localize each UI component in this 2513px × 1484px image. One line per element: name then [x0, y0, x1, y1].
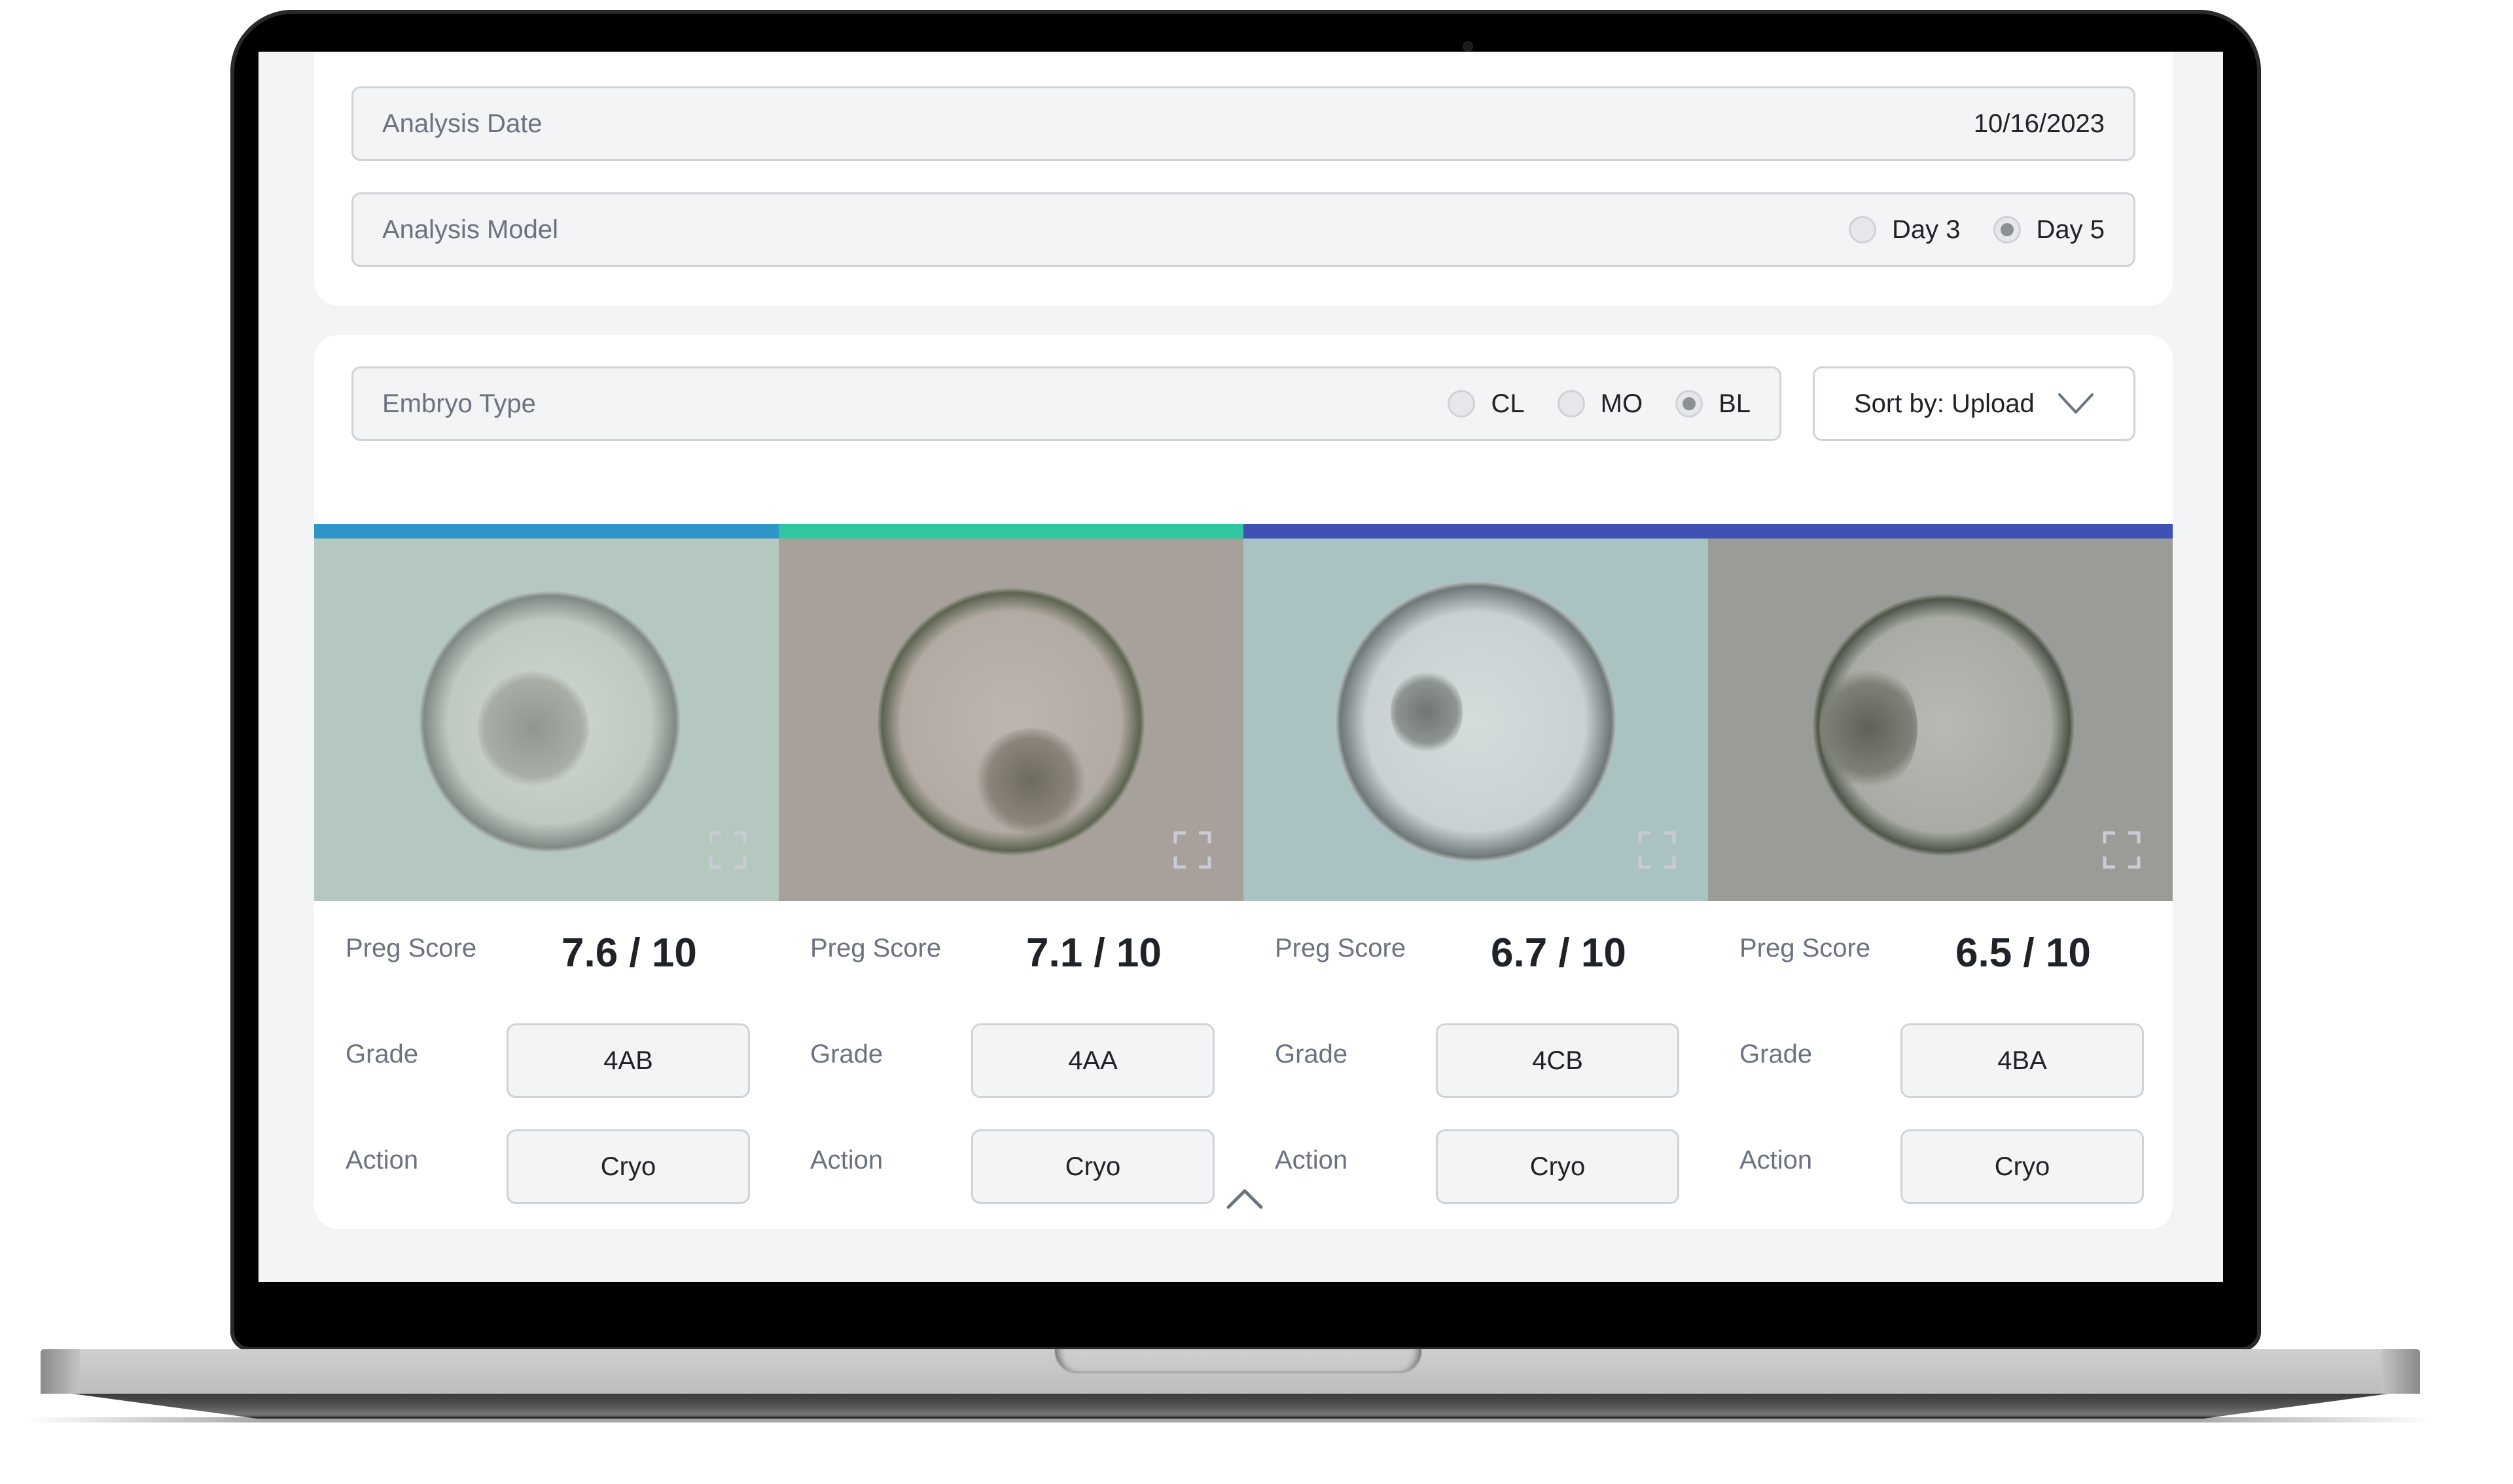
embryo-card: Preg Score 6.7 / 10 Grade 4CB Action Cry…	[1243, 539, 1708, 1229]
action-label: Action	[1275, 1146, 1348, 1175]
radio-bl[interactable]: BL	[1675, 389, 1751, 419]
action-button[interactable]: Cryo	[1436, 1129, 1679, 1204]
laptop-base-lip	[72, 1394, 2389, 1419]
embryo-cell	[1335, 581, 1616, 862]
expand-icon[interactable]	[708, 830, 747, 870]
radio-mo-label: MO	[1600, 389, 1643, 418]
analysis-model-label: Analysis Model	[382, 215, 559, 244]
laptop-shadow	[26, 1417, 2434, 1422]
embryo-card: Preg Score 7.6 / 10 Grade 4AB Action Cry…	[314, 539, 779, 1229]
analysis-date-field: Analysis Date 10/16/2023	[351, 86, 2135, 161]
embryo-grid: Preg Score 7.6 / 10 Grade 4AB Action Cry…	[314, 539, 2173, 1229]
embryo-type-radio-group: CL MO BL	[1415, 389, 1751, 419]
expand-icon[interactable]	[2102, 830, 2141, 870]
category-bar-1	[314, 524, 779, 539]
inner-cell-mass	[1391, 669, 1463, 754]
inner-cell-mass	[975, 728, 1086, 833]
embryo-image[interactable]	[314, 539, 779, 901]
preg-score-value: 7.6 / 10	[561, 930, 697, 976]
action-label: Action	[346, 1146, 419, 1175]
radio-day-3[interactable]: Day 3	[1849, 215, 1961, 245]
radio-day-3-indicator[interactable]	[1849, 216, 1876, 243]
embryo-results-card: Embryo Type CL MO BL Sort by: Upload Pre…	[314, 335, 2173, 1229]
radio-day-3-label: Day 3	[1892, 215, 1961, 244]
category-bar-2	[779, 524, 1243, 539]
action-button[interactable]: Cryo	[507, 1129, 750, 1204]
category-bar-4	[1708, 524, 2173, 539]
radio-cl-indicator[interactable]	[1448, 390, 1476, 417]
analysis-model-radio-group: Day 3 Day 5	[1816, 215, 2105, 245]
preg-score-label: Preg Score	[1275, 934, 1406, 963]
grade-button[interactable]: 4AA	[971, 1023, 1215, 1098]
sort-dropdown[interactable]: Sort by: Upload	[1813, 366, 2135, 441]
embryo-image[interactable]	[1243, 539, 1708, 901]
grade-label: Grade	[1739, 1040, 1813, 1069]
grade-button[interactable]: 4CB	[1436, 1023, 1679, 1098]
preg-score-value: 6.7 / 10	[1491, 930, 1626, 976]
radio-mo-indicator[interactable]	[1557, 390, 1585, 417]
embryo-card: Preg Score 6.5 / 10 Grade 4BA Action Cry…	[1708, 539, 2173, 1229]
preg-score-label: Preg Score	[346, 934, 477, 963]
laptop-opening-notch	[1055, 1349, 1421, 1371]
preg-score-value: 7.1 / 10	[1026, 930, 1162, 976]
radio-day-5[interactable]: Day 5	[1993, 215, 2105, 245]
grade-label: Grade	[810, 1040, 883, 1069]
radio-cl[interactable]: CL	[1448, 389, 1525, 419]
chevron-down-icon	[2058, 393, 2094, 414]
analysis-date-value: 10/16/2023	[1973, 109, 2105, 138]
analysis-info-card: Analysis Date 10/16/2023 Analysis Model …	[314, 52, 2173, 306]
grade-button[interactable]: 4BA	[1900, 1023, 2144, 1098]
sort-dropdown-label: Sort by: Upload	[1854, 389, 2035, 418]
analysis-date-label: Analysis Date	[382, 109, 543, 138]
radio-mo[interactable]: MO	[1557, 389, 1643, 419]
action-button[interactable]: Cryo	[971, 1129, 1215, 1204]
preg-score-label: Preg Score	[810, 934, 942, 963]
inner-cell-mass	[1819, 663, 1917, 794]
embryo-image[interactable]	[1708, 539, 2173, 901]
grade-label: Grade	[346, 1040, 419, 1069]
action-button[interactable]: Cryo	[1900, 1129, 2144, 1204]
camera-icon	[1463, 41, 1473, 52]
preg-score-label: Preg Score	[1739, 934, 1871, 963]
radio-bl-indicator[interactable]	[1675, 390, 1703, 417]
embryo-type-label: Embryo Type	[382, 389, 536, 418]
embryo-image[interactable]	[779, 539, 1243, 901]
radio-cl-label: CL	[1491, 389, 1525, 418]
expand-icon[interactable]	[1173, 830, 1212, 870]
embryo-type-field: Embryo Type CL MO BL	[351, 366, 1781, 441]
analysis-model-field: Analysis Model Day 3 Day 5	[351, 192, 2135, 267]
category-color-bar	[314, 524, 2173, 539]
chevron-up-icon[interactable]	[1225, 1186, 1264, 1212]
radio-day-5-label: Day 5	[2036, 215, 2105, 244]
embryo-card: Preg Score 7.1 / 10 Grade 4AA Action Cry…	[779, 539, 1243, 1229]
radio-bl-label: BL	[1719, 389, 1751, 418]
action-label: Action	[810, 1146, 883, 1175]
app-screen: Analysis Date 10/16/2023 Analysis Model …	[258, 52, 2223, 1282]
grade-button[interactable]: 4AB	[507, 1023, 750, 1098]
category-bar-3	[1243, 524, 1708, 539]
expand-icon[interactable]	[1637, 830, 1677, 870]
grade-label: Grade	[1275, 1040, 1348, 1069]
inner-cell-mass	[478, 669, 589, 787]
action-label: Action	[1739, 1146, 1813, 1175]
preg-score-value: 6.5 / 10	[1955, 930, 2091, 976]
radio-day-5-indicator[interactable]	[1993, 216, 2021, 243]
